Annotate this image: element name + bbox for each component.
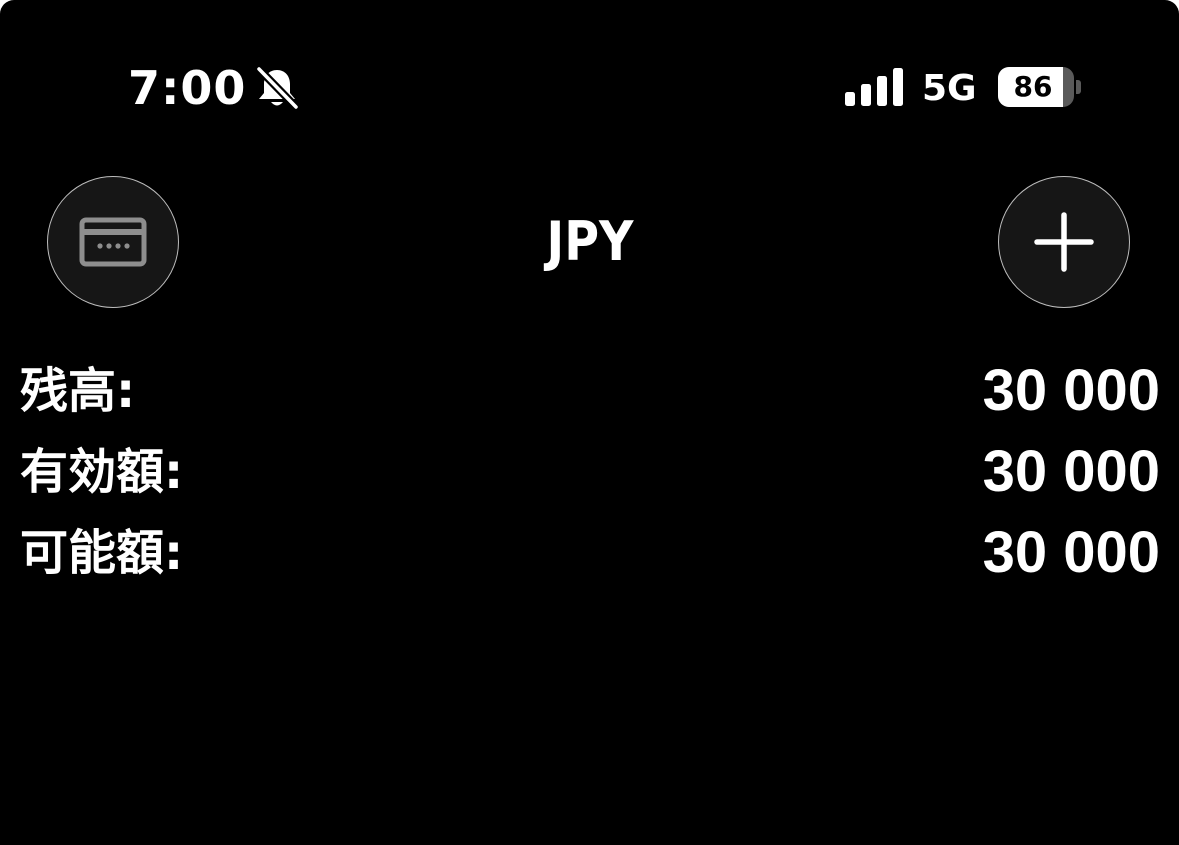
bell-slash-icon [255, 66, 300, 110]
network-type: 5G [922, 68, 977, 109]
card-icon [79, 217, 147, 267]
balance-value: 30 000 [982, 358, 1160, 423]
balance-row: 残高: 30 000 [20, 358, 1160, 424]
balance-label: 残高: [20, 363, 136, 419]
available-amount-row: 可能額: 30 000 [20, 520, 1160, 586]
add-button[interactable] [998, 176, 1130, 308]
available-amount-label: 可能額: [20, 525, 184, 581]
battery-indicator: 86 [998, 67, 1082, 107]
effective-amount-value: 30 000 [982, 439, 1160, 504]
available-amount-value: 30 000 [982, 520, 1160, 585]
plus-icon [1034, 212, 1094, 272]
card-button[interactable] [47, 176, 179, 308]
battery-nub [1076, 80, 1081, 94]
effective-amount-label: 有効額: [20, 444, 184, 500]
wallet-screen: 7:00 5G 86 JPY 残高: 30 000 有効額: 30 000 可能… [0, 0, 1179, 845]
status-time: 7:00 [128, 61, 247, 115]
currency-title: JPY [546, 210, 634, 273]
cellular-signal-icon [845, 68, 903, 106]
effective-amount-row: 有効額: 30 000 [20, 439, 1160, 505]
battery-level: 86 [1013, 70, 1053, 103]
